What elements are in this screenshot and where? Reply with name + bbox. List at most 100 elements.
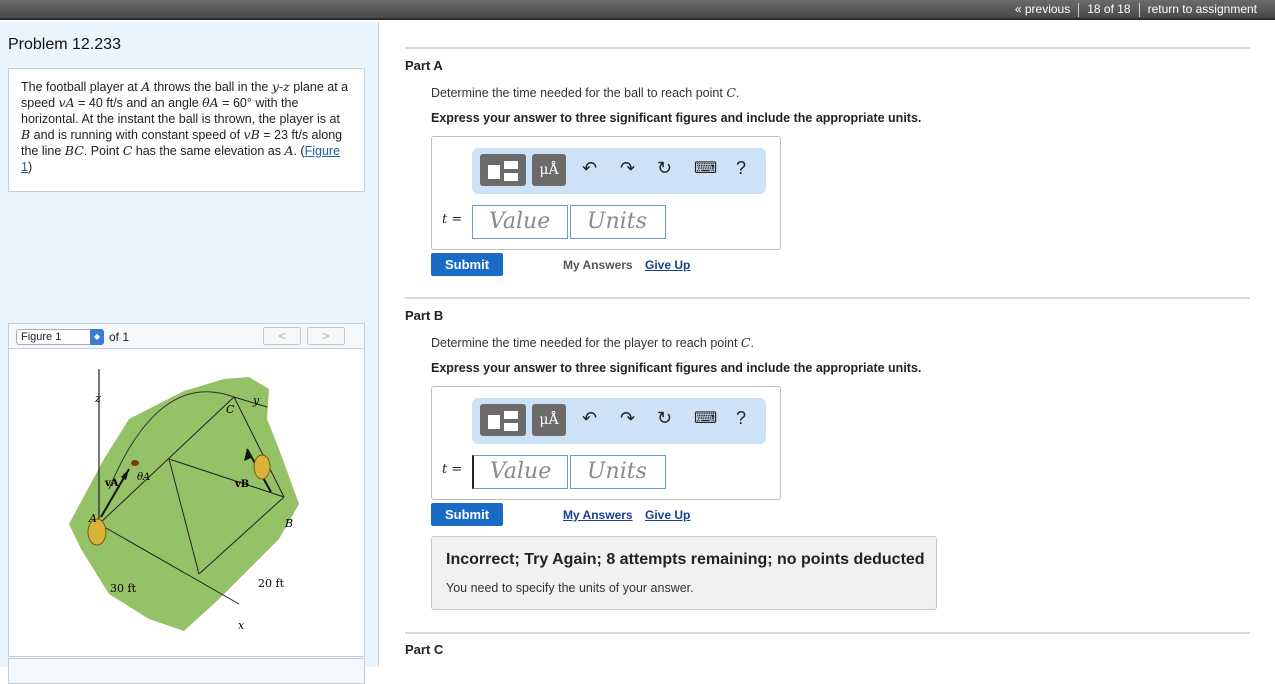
label-vB: vB xyxy=(234,479,249,490)
help-icon[interactable]: ? xyxy=(736,408,746,429)
undo-icon[interactable]: ↶ xyxy=(582,158,597,179)
part-a-my-answers: My Answers xyxy=(563,258,633,272)
part-b-title: Part B xyxy=(405,308,444,323)
label-z: z xyxy=(94,392,101,405)
label-C: C xyxy=(226,403,235,416)
part-a-submit-button[interactable]: Submit xyxy=(431,253,503,276)
template-icon xyxy=(504,173,518,181)
football xyxy=(131,460,139,466)
figure-toolbar: Figure 1 ◆ of 1 < > xyxy=(8,323,365,349)
part-b-answer-box: μÅ ↶ ↷ ↻ ⌨ ? t = Value Units xyxy=(431,386,781,500)
problem-statement: The football player at A throws the ball… xyxy=(8,68,365,192)
statement-text: and is running with constant speed of xyxy=(30,128,244,142)
next-figure-button[interactable]: > xyxy=(307,327,345,345)
units-button[interactable]: μÅ xyxy=(532,154,566,186)
prev-figure-button[interactable]: < xyxy=(263,327,301,345)
label-x: x xyxy=(238,619,245,632)
part-a-instruction: Express your answer to three significant… xyxy=(431,111,922,125)
statement-text: ) xyxy=(27,160,33,174)
feedback-box: Incorrect; Try Again; 8 attempts remaini… xyxy=(431,536,937,610)
feedback-message: You need to specify the units of your an… xyxy=(446,581,694,595)
part-b-my-answers-link[interactable]: My Answers xyxy=(563,508,633,522)
question-text: Determine the time needed for the player… xyxy=(431,336,741,350)
statement-text: = 40 ft/s and an angle xyxy=(74,96,203,110)
statement-text: throws the ball in the xyxy=(150,80,272,94)
units-input[interactable]: Units xyxy=(570,455,666,489)
statement-text: . Point xyxy=(83,144,123,158)
template-icon xyxy=(488,415,500,429)
templates-button[interactable] xyxy=(480,154,526,186)
undo-icon[interactable]: ↶ xyxy=(582,408,597,429)
value-input[interactable]: Value xyxy=(472,455,568,489)
divider xyxy=(405,632,1250,634)
math-toolbar: μÅ ↶ ↷ ↻ ⌨ ? xyxy=(472,148,766,194)
figure-select-value: Figure 1 xyxy=(21,331,62,343)
part-c-title: Part C xyxy=(405,642,444,657)
variable-label: t = xyxy=(442,212,463,227)
football-field-diagram: z y x C B A vA θA vB 30 ft 20 ft xyxy=(69,369,299,632)
label-thetaA: θA xyxy=(137,472,150,483)
statement-var: BC xyxy=(64,143,84,158)
label-y: y xyxy=(252,394,260,407)
part-a-answer-box: μÅ ↶ ↷ ↻ ⌨ ? t = Value Units xyxy=(431,136,781,250)
math-toolbar: μÅ ↶ ↷ ↻ ⌨ ? xyxy=(472,398,766,444)
figure-select[interactable]: Figure 1 ◆ xyxy=(16,329,104,345)
label-B: B xyxy=(284,517,293,530)
assignment-nav: « previous 18 of 18 return to assignment xyxy=(1007,2,1265,17)
part-a-title: Part A xyxy=(405,58,443,73)
divider xyxy=(405,47,1250,49)
part-b-instruction: Express your answer to three significant… xyxy=(431,361,922,375)
problem-position: 18 of 18 xyxy=(1087,2,1131,16)
player-B xyxy=(253,454,271,480)
field-shape xyxy=(69,377,299,631)
label-30ft: 30 ft xyxy=(110,582,137,595)
reset-icon[interactable]: ↻ xyxy=(657,158,672,179)
label-vA: vA xyxy=(104,478,119,489)
variable-label: t = xyxy=(442,462,463,477)
figure-footer xyxy=(8,658,365,684)
top-bar: « previous 18 of 18 return to assignment xyxy=(0,0,1275,20)
statement-text: has the same elevation as xyxy=(132,144,285,158)
question-text: . xyxy=(735,86,740,100)
units-button[interactable]: μÅ xyxy=(532,404,566,436)
feedback-title: Incorrect; Try Again; 8 attempts remaini… xyxy=(446,551,925,568)
return-to-assignment-link[interactable]: return to assignment xyxy=(1140,2,1265,17)
statement-text: . ( xyxy=(293,144,305,158)
keyboard-icon[interactable]: ⌨ xyxy=(694,408,717,428)
part-b-submit-button[interactable]: Submit xyxy=(431,503,503,526)
statement-var: B xyxy=(21,127,31,142)
units-input[interactable]: Units xyxy=(570,205,666,239)
part-b-give-up-link[interactable]: Give Up xyxy=(645,508,690,522)
templates-button[interactable] xyxy=(480,404,526,436)
template-icon xyxy=(504,411,518,419)
select-arrows-icon: ◆ xyxy=(90,329,104,345)
question-text: Determine the time needed for the ball t… xyxy=(431,86,727,100)
keyboard-icon[interactable]: ⌨ xyxy=(694,158,717,178)
statement-var: C xyxy=(122,143,133,158)
statement-var: y-z xyxy=(271,79,290,94)
label-20ft: 20 ft xyxy=(258,577,285,590)
statement-var: vB xyxy=(243,127,260,142)
help-icon[interactable]: ? xyxy=(736,158,746,179)
part-a-question: Determine the time needed for the ball t… xyxy=(431,85,739,100)
reset-icon[interactable]: ↻ xyxy=(657,408,672,429)
statement-var: A xyxy=(141,79,151,94)
value-input[interactable]: Value xyxy=(472,205,568,239)
question-text: . xyxy=(750,336,754,350)
previous-link[interactable]: « previous xyxy=(1007,2,1078,17)
redo-icon[interactable]: ↷ xyxy=(620,158,635,179)
figure-count: of 1 xyxy=(109,330,130,344)
question-var: C xyxy=(726,85,736,100)
label-A: A xyxy=(88,512,97,525)
part-a-give-up-link[interactable]: Give Up xyxy=(645,258,690,272)
answer-panel: Part A Determine the time needed for the… xyxy=(380,22,1275,667)
template-icon xyxy=(488,165,500,179)
redo-icon[interactable]: ↷ xyxy=(620,408,635,429)
template-icon xyxy=(504,161,518,169)
divider xyxy=(405,297,1250,299)
statement-var: θA xyxy=(202,95,219,110)
part-b-question: Determine the time needed for the player… xyxy=(431,335,754,350)
statement-var: vA xyxy=(58,95,75,110)
figure-image: z y x C B A vA θA vB 30 ft 20 ft xyxy=(8,349,365,657)
statement-text: The football player at xyxy=(21,80,142,94)
